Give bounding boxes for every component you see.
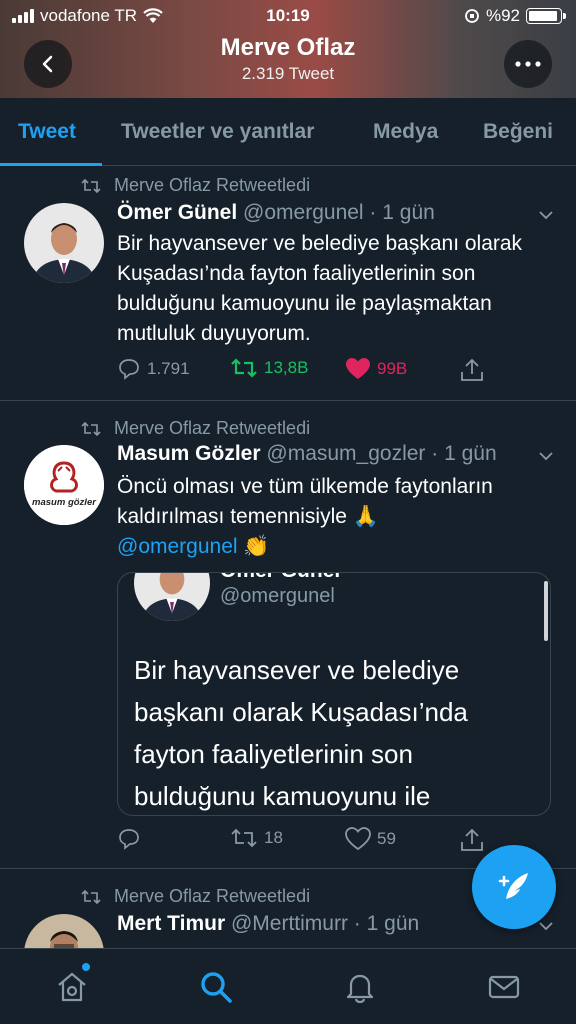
author-name[interactable]: Ömer Günel (117, 201, 237, 224)
home-icon (58, 972, 86, 1002)
share-button[interactable] (459, 827, 485, 853)
like-button[interactable]: 99B (345, 357, 407, 381)
retweeted-by: Merve Oflaz Retweetledi (114, 418, 311, 438)
more-icon (515, 61, 541, 67)
more-button[interactable] (504, 40, 552, 88)
reply-icon (119, 359, 139, 380)
tab-likes[interactable]: Beğeni (483, 120, 553, 144)
retweet-context: Merve Oflaz Retweetledi (80, 886, 310, 907)
like-button[interactable]: 59 (345, 827, 396, 851)
author-handle-time: @masum_gozler · 1 gün (266, 442, 497, 465)
reply-button[interactable]: 1.791 (117, 357, 190, 381)
mail-icon (488, 975, 520, 999)
tweet-text: Öncü olması ve tüm ülkemde faytonların k… (117, 472, 547, 562)
reply-icon (119, 829, 139, 850)
profile-name: Merve Oflaz (220, 34, 356, 61)
author-handle-time: @Merttimurr · 1 gün (230, 912, 420, 935)
quoted-tweet[interactable]: Ömer Günel @omergunel Bir hayvansever ve… (117, 572, 551, 816)
quoted-text: Bir hayvansever ve belediye başkanı olar… (134, 655, 468, 811)
author-name[interactable]: Masum Gözler (117, 442, 261, 465)
nav-search[interactable] (196, 967, 236, 1007)
tweet-text-main: Öncü olması ve tüm ülkemde faytonların k… (117, 475, 493, 528)
author-name[interactable]: Mert Timur (117, 912, 225, 935)
retweet-count: 18 (264, 828, 283, 847)
retweet-icon (81, 178, 101, 193)
tweet-actions: 1.791 13,8B 99B (117, 357, 497, 387)
quoted-scrollbar[interactable] (544, 581, 548, 641)
bottom-navigation (0, 948, 576, 1024)
avatar-brand-text: masum gözler (32, 497, 96, 508)
nav-messages[interactable] (484, 967, 524, 1007)
quoted-avatar (134, 573, 210, 621)
rotation-lock-icon (465, 9, 479, 23)
retweeted-by: Merve Oflaz Retweetledi (114, 886, 311, 906)
heart-icon (345, 827, 371, 851)
mention-link[interactable]: @omergunel (117, 535, 238, 558)
chevron-down-icon[interactable] (538, 207, 554, 223)
search-icon (201, 972, 232, 1003)
tab-tweets-and-replies[interactable]: Tweetler ve yanıtlar (121, 120, 314, 144)
share-button[interactable] (459, 357, 485, 383)
reply-button[interactable] (117, 827, 141, 851)
active-tab-indicator (0, 163, 102, 166)
status-bar: vodafone TR 10:19 %92 (0, 6, 576, 28)
author-row: Masum Gözler @masum_gozler · 1 gün (117, 442, 497, 466)
tweet[interactable]: Merve Oflaz Retweetledi masum gözler Mas… (0, 402, 576, 869)
like-count: 59 (377, 829, 396, 848)
battery-icon (526, 8, 566, 24)
retweet-count: 13,8B (264, 358, 309, 377)
tab-tweet[interactable]: Tweet (18, 120, 76, 144)
avatar[interactable] (24, 914, 104, 948)
retweet-button[interactable]: 13,8B (230, 357, 308, 379)
chevron-down-icon[interactable] (538, 918, 554, 934)
heart-icon (346, 358, 370, 379)
avatar[interactable]: masum gözler (24, 445, 104, 525)
compose-icon (498, 873, 528, 899)
profile-tabs: Tweet Tweetler ve yanıtlar Medya Beğeni (0, 98, 576, 166)
like-count: 99B (377, 359, 408, 378)
retweet-icon (81, 421, 101, 436)
quoted-author-handle: @omergunel (220, 585, 335, 607)
chevron-down-icon[interactable] (538, 448, 554, 464)
author-row: Ömer Günel @omergunel · 1 gün (117, 201, 435, 225)
new-content-dot (82, 963, 90, 971)
retweet-icon (81, 889, 101, 904)
avatar[interactable] (24, 203, 104, 283)
tweet-count: 2.319 Tweet (241, 64, 335, 83)
tweet-text: Bir hayvansever ve belediye başkanı olar… (117, 232, 523, 345)
share-icon (461, 828, 483, 851)
bell-icon (346, 974, 374, 1004)
retweet-context: Merve Oflaz Retweetledi (80, 175, 310, 196)
tweet[interactable]: Merve Oflaz Retweetledi Ömer Günel @omer… (0, 167, 576, 401)
emoji: 👏 (243, 535, 270, 558)
author-row: Mert Timur @Merttimurr · 1 gün (117, 912, 419, 936)
compose-tweet-button[interactable] (472, 845, 556, 929)
retweet-button[interactable]: 18 (230, 827, 283, 849)
retweet-icon (231, 358, 257, 378)
battery-percent: %92 (485, 6, 520, 25)
reply-count: 1.791 (147, 359, 190, 378)
retweeted-by: Merve Oflaz Retweetledi (114, 175, 311, 195)
share-icon (461, 358, 483, 381)
retweet-context: Merve Oflaz Retweetledi (80, 418, 310, 439)
quoted-author-name: Ömer Günel (220, 573, 340, 583)
nav-notifications[interactable] (340, 967, 380, 1007)
profile-header: vodafone TR 10:19 %92 Merve Oflaz 2.319 … (0, 0, 576, 98)
tab-media[interactable]: Medya (373, 120, 438, 144)
tweet-actions: 18 59 (117, 827, 497, 857)
author-handle-time: @omergunel · 1 gün (243, 201, 435, 224)
nav-home[interactable] (52, 967, 92, 1007)
retweet-icon (231, 828, 257, 848)
